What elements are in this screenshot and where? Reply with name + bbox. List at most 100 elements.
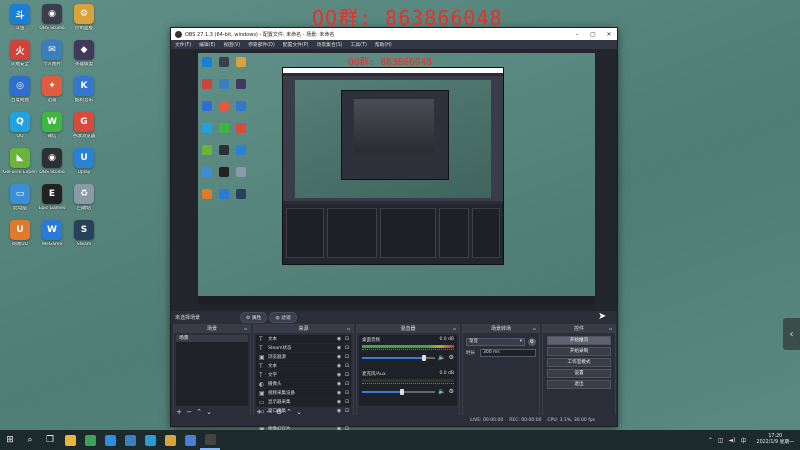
- desktop-shortcut[interactable]: ◎ 百度网盘: [4, 74, 36, 114]
- lock-icon[interactable]: ⊡: [343, 399, 351, 405]
- desktop-shortcut[interactable]: U 网易UU: [4, 218, 36, 258]
- side-expand-arrow-icon[interactable]: ‹: [783, 318, 800, 350]
- desktop-shortcut[interactable]: Q QQ: [4, 110, 36, 150]
- taskbar-obs-button[interactable]: [200, 430, 220, 450]
- source-item[interactable]: ▭ 显示器采集 ◉ ⊡: [256, 398, 351, 407]
- start-streaming-button[interactable]: 开始推流: [547, 336, 611, 345]
- dock-float-icon[interactable]: ▫: [609, 325, 612, 333]
- transition-select[interactable]: 渐变 ▾: [466, 338, 525, 346]
- lock-icon[interactable]: ⊡: [343, 336, 351, 342]
- desktop-shortcut[interactable]: ♻ 回收站: [68, 182, 100, 222]
- desktop-shortcut[interactable]: ▭ 此电脑: [4, 182, 36, 222]
- volume-knob[interactable]: [400, 388, 405, 395]
- visibility-eye-icon[interactable]: ◉: [335, 381, 343, 387]
- source-item[interactable]: T 文字 ◉ ⊡: [256, 371, 351, 380]
- obs-window: OBS 27.1.3 (64-bit, windows) - 配置文件: 未命名…: [170, 27, 618, 434]
- menu-docks[interactable]: 停靠部件(D): [248, 41, 275, 48]
- gear-icon[interactable]: ⚙: [449, 354, 454, 361]
- source-item[interactable]: T Steam状态 ◉ ⊡: [256, 344, 351, 353]
- exit-button[interactable]: 退出: [547, 380, 611, 389]
- taskbar-file-explorer-button[interactable]: [60, 430, 80, 450]
- cpu-status: CPU: 3.1%, 30.00 fps: [547, 418, 596, 423]
- visibility-eye-icon[interactable]: ◉: [335, 390, 343, 396]
- volume-knob[interactable]: [422, 354, 427, 361]
- desktop-shortcut[interactable]: 斗斗鱼: [4, 2, 36, 42]
- task-view-icon[interactable]: ❐: [40, 430, 60, 450]
- desktop-shortcut[interactable]: ◆ 英雄联盟: [68, 38, 100, 78]
- lock-icon[interactable]: ⊡: [343, 354, 351, 360]
- minimize-button[interactable]: –: [569, 31, 585, 38]
- lock-icon[interactable]: ⊡: [343, 390, 351, 396]
- dock-float-icon[interactable]: ▫: [347, 325, 350, 333]
- taskbar-edge-button[interactable]: [140, 430, 160, 450]
- desktop-shortcut[interactable]: ⚙ 控制面板: [68, 2, 100, 42]
- filters-button[interactable]: ◍ 滤镜: [269, 311, 297, 323]
- lock-icon[interactable]: ⊡: [343, 372, 351, 378]
- maximize-button[interactable]: ▢: [585, 31, 601, 38]
- network-icon[interactable]: ◫: [718, 437, 724, 444]
- visibility-eye-icon[interactable]: ◉: [335, 363, 343, 369]
- search-icon[interactable]: ⌕: [20, 430, 40, 450]
- speaker-icon[interactable]: 🔈: [438, 388, 445, 395]
- source-item[interactable]: T 文本 ◉ ⊡: [256, 335, 351, 344]
- volume-slider[interactable]: [362, 354, 436, 361]
- dock-float-icon[interactable]: ▫: [244, 325, 247, 333]
- desktop-shortcut[interactable]: ◣ GeForce Experience: [3, 146, 37, 186]
- dock-float-icon[interactable]: ▫: [533, 325, 536, 333]
- visibility-eye-icon[interactable]: ◉: [335, 399, 343, 405]
- desktop-shortcut[interactable]: U Uplay: [68, 146, 100, 186]
- taskbar-qq-button[interactable]: [100, 430, 120, 450]
- desktop-shortcut[interactable]: G 谷歌浏览器: [68, 110, 100, 150]
- source-item[interactable]: ▣ 浏览器源 ◉ ⊡: [256, 353, 351, 362]
- menu-tools[interactable]: 工具(T): [351, 41, 367, 48]
- desktop-shortcut[interactable]: K 酷狗音乐: [68, 74, 100, 114]
- tray-chevron-icon[interactable]: ⌃: [708, 437, 713, 444]
- gear-icon[interactable]: ⚙: [449, 388, 454, 395]
- menu-edit[interactable]: 编辑(E): [199, 41, 215, 48]
- lock-icon[interactable]: ⊡: [343, 363, 351, 369]
- properties-button[interactable]: ⚙ 属性: [240, 311, 268, 323]
- menu-help[interactable]: 帮助(H): [375, 41, 392, 48]
- visibility-eye-icon[interactable]: ◉: [335, 345, 343, 351]
- ime-icon[interactable]: 中: [741, 436, 747, 445]
- start-recording-button[interactable]: 开始录制: [547, 347, 611, 356]
- taskbar-store-button[interactable]: [180, 430, 200, 450]
- lock-icon[interactable]: ⊡: [343, 381, 351, 387]
- duration-input[interactable]: 300 ms: [480, 349, 536, 357]
- desktop-shortcut[interactable]: ✉ 个人图片: [36, 38, 68, 78]
- source-item[interactable]: ▣ 视频采集设备 ◉ ⊡: [256, 389, 351, 398]
- dock-float-icon[interactable]: ▫: [453, 325, 456, 333]
- clock[interactable]: 17:20 2022/1/9 星期一: [757, 434, 794, 446]
- desktop-shortcut[interactable]: ✦ 迅雷: [36, 74, 68, 114]
- desktop-shortcut[interactable]: E Epic Games: [36, 182, 68, 222]
- preview-area[interactable]: QQ群: 863866048: [171, 49, 617, 311]
- visibility-eye-icon[interactable]: ◉: [335, 354, 343, 360]
- speaker-icon[interactable]: 🔈: [438, 354, 445, 361]
- studio-mode-button[interactable]: 工作室模式: [547, 358, 611, 367]
- scene-item[interactable]: 场景: [176, 335, 248, 342]
- start-button[interactable]: ⊞: [0, 430, 20, 450]
- menu-scene-collection[interactable]: 场景集合(S): [317, 41, 343, 48]
- desktop-shortcut[interactable]: W WeGame: [36, 218, 68, 258]
- visibility-eye-icon[interactable]: ◉: [335, 372, 343, 378]
- transition-settings-icon[interactable]: ⚙: [528, 338, 536, 346]
- taskbar-photos-button[interactable]: [160, 430, 180, 450]
- volume-slider[interactable]: [362, 388, 436, 395]
- desktop-shortcut[interactable]: S Steam: [68, 218, 100, 258]
- settings-button[interactable]: 设置: [547, 369, 611, 378]
- desktop-shortcut[interactable]: 火火绒安全: [4, 38, 36, 78]
- close-button[interactable]: ✕: [601, 31, 617, 38]
- menu-file[interactable]: 文件(F): [175, 41, 191, 48]
- lock-icon[interactable]: ⊡: [343, 345, 351, 351]
- taskbar-chrome-button[interactable]: [80, 430, 100, 450]
- menu-profile[interactable]: 配置文件(P): [283, 41, 309, 48]
- source-item[interactable]: ◐ 摄像头 ◉ ⊡: [256, 380, 351, 389]
- desktop-shortcut[interactable]: ◉ OBS Studio: [36, 2, 68, 42]
- menu-view[interactable]: 视图(V): [223, 41, 240, 48]
- visibility-eye-icon[interactable]: ◉: [335, 336, 343, 342]
- taskbar-mail-button[interactable]: [120, 430, 140, 450]
- desktop-shortcut[interactable]: W 微信: [36, 110, 68, 150]
- volume-icon[interactable]: ◄): [729, 437, 736, 444]
- source-item[interactable]: T 文本 ◉ ⊡: [256, 362, 351, 371]
- desktop-shortcut[interactable]: ◉ OBS Studio: [36, 146, 68, 186]
